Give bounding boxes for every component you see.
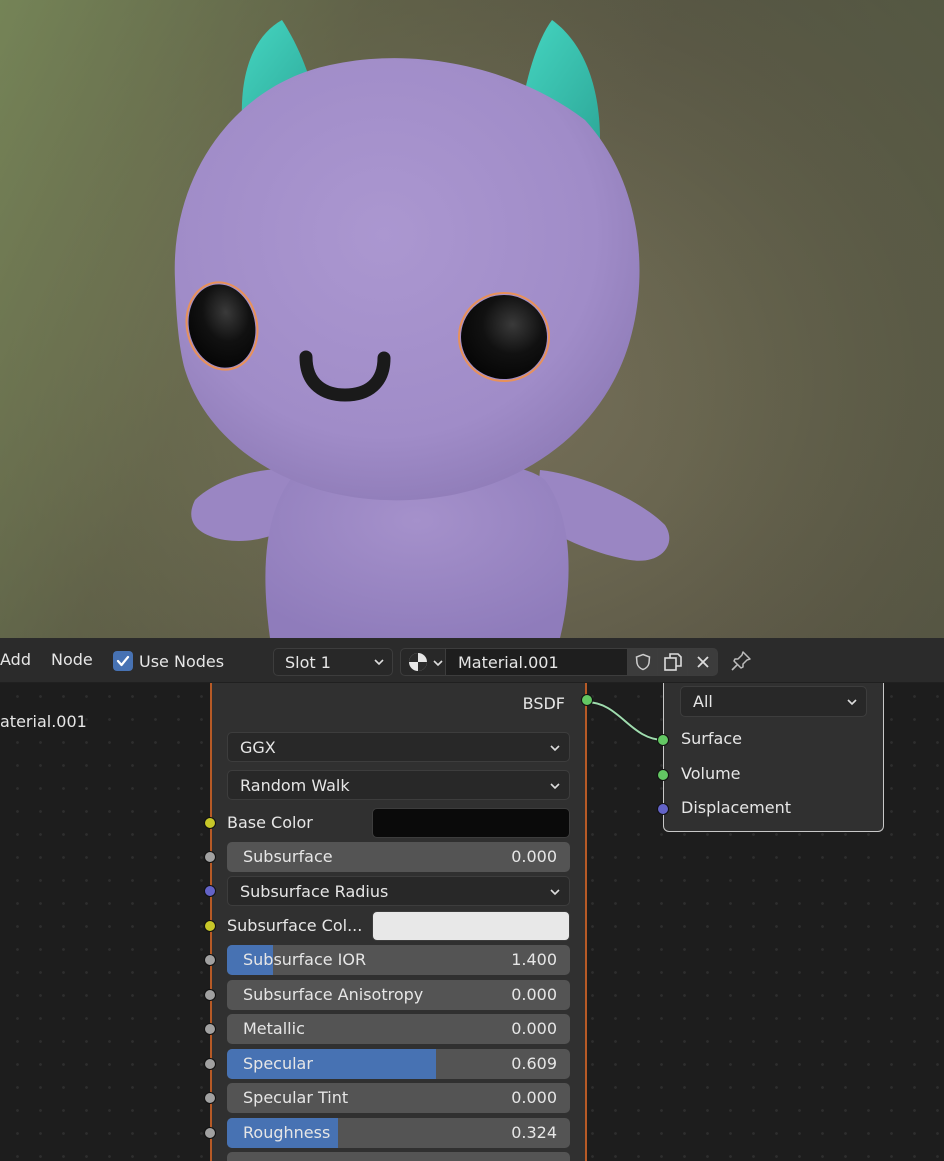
right-eye	[461, 295, 547, 379]
volume-socket[interactable]	[657, 769, 669, 781]
use-nodes-label: Use Nodes	[139, 651, 225, 671]
material-sphere-icon	[409, 653, 427, 671]
specular-slider[interactable]: Specular 0.609	[227, 1049, 570, 1079]
head	[174, 58, 640, 501]
chevron-down-icon	[550, 889, 560, 896]
specular-tint-socket[interactable]	[204, 1092, 216, 1104]
subsurface-anisotropy-slider[interactable]: Subsurface Anisotropy 0.000	[227, 980, 570, 1010]
duplicate-material-button[interactable]	[658, 648, 688, 676]
roughness-slider[interactable]: Roughness 0.324	[227, 1118, 570, 1148]
pin-icon	[731, 651, 751, 671]
subsurface-slider[interactable]: Subsurface 0.000	[227, 842, 570, 872]
subsurface-radius-socket[interactable]	[204, 885, 216, 897]
subsurface-color-label: Subsurface Col...	[227, 916, 363, 935]
chevron-down-icon	[374, 659, 384, 666]
subsurface-color-socket[interactable]	[204, 920, 216, 932]
specular-value: 0.609	[511, 1054, 557, 1073]
shield-icon	[635, 653, 650, 671]
subsurface-color-swatch[interactable]	[372, 911, 570, 941]
principled-bsdf-node[interactable]: BSDF GGX Random Walk Base Color Subsurfa…	[204, 683, 593, 1161]
slot-dropdown[interactable]: Slot 1	[273, 648, 393, 676]
subsurface-anisotropy-socket[interactable]	[204, 989, 216, 1001]
distribution-dropdown[interactable]: GGX	[227, 732, 570, 762]
specular-tint-value: 0.000	[511, 1088, 557, 1107]
subsurface-ior-value: 1.400	[511, 950, 557, 969]
subsurface-anisotropy-label: Subsurface Anisotropy	[243, 985, 424, 1004]
surface-socket[interactable]	[657, 734, 669, 746]
roughness-socket[interactable]	[204, 1127, 216, 1139]
specular-label: Specular	[243, 1054, 313, 1073]
subsurface-method-value: Random Walk	[240, 775, 350, 795]
subsurface-ior-label: Subsurface IOR	[243, 950, 367, 969]
output-target-dropdown[interactable]: All	[680, 686, 867, 717]
duplicate-icon	[663, 653, 682, 671]
subsurface-method-dropdown[interactable]: Random Walk	[227, 770, 570, 800]
specular-tint-label: Specular Tint	[243, 1088, 349, 1107]
fake-user-button[interactable]	[628, 648, 658, 676]
3d-viewport[interactable]	[0, 0, 944, 638]
displacement-label: Displacement	[681, 798, 791, 817]
bsdf-output-socket[interactable]	[581, 694, 593, 706]
close-icon	[696, 656, 709, 668]
subsurface-ior-slider[interactable]: Subsurface IOR 1.400	[227, 945, 570, 975]
subsurface-ior-socket[interactable]	[204, 954, 216, 966]
chevron-down-icon	[550, 745, 560, 752]
distribution-value: GGX	[240, 737, 276, 757]
roughness-label: Roughness	[243, 1123, 331, 1142]
menu-node[interactable]: Node	[51, 650, 93, 669]
subsurface-value: 0.000	[511, 847, 557, 866]
subsurface-anisotropy-value: 0.000	[511, 985, 557, 1004]
material-name-field[interactable]: Material.001	[446, 648, 628, 676]
material-browse-button[interactable]	[400, 648, 446, 676]
roughness-value: 0.324	[511, 1123, 557, 1142]
metallic-label: Metallic	[243, 1019, 305, 1038]
character-render	[174, 20, 670, 638]
base-color-label: Base Color	[227, 813, 313, 832]
output-target-value: All	[693, 692, 713, 711]
use-nodes-checkbox[interactable]	[113, 651, 133, 671]
chevron-down-icon	[847, 699, 857, 706]
subsurface-radius-dropdown[interactable]: Subsurface Radius	[227, 876, 570, 906]
menu-add[interactable]: Add	[0, 650, 31, 669]
chevron-down-icon	[433, 660, 443, 667]
metallic-socket[interactable]	[204, 1023, 216, 1035]
material-output-node[interactable]: All Surface Volume Displacement	[657, 683, 884, 832]
material-name: Material.001	[458, 652, 559, 672]
next-property-slider[interactable]	[227, 1152, 570, 1161]
unlink-material-button[interactable]	[688, 648, 718, 676]
base-color-swatch[interactable]	[372, 808, 570, 838]
specular-socket[interactable]	[204, 1058, 216, 1070]
use-nodes-toggle[interactable]: Use Nodes	[113, 650, 224, 672]
metallic-value: 0.000	[511, 1019, 557, 1038]
displacement-socket[interactable]	[657, 803, 669, 815]
chevron-down-icon	[550, 783, 560, 790]
base-color-row: Base Color	[227, 808, 570, 838]
material-selector: Material.001	[400, 648, 718, 676]
volume-label: Volume	[681, 764, 741, 783]
subsurface-socket[interactable]	[204, 851, 216, 863]
node-editor-canvas[interactable]: aterial.001 BSDF GGX Random Walk Base Co…	[0, 683, 944, 1161]
slot-value: Slot 1	[285, 652, 331, 672]
metallic-slider[interactable]: Metallic 0.000	[227, 1014, 570, 1044]
pin-button[interactable]	[728, 648, 754, 674]
check-icon	[116, 655, 130, 667]
surface-label: Surface	[681, 729, 742, 748]
specular-tint-slider[interactable]: Specular Tint 0.000	[227, 1083, 570, 1113]
subsurface-color-row: Subsurface Col...	[227, 911, 570, 941]
bsdf-output-label: BSDF	[522, 694, 565, 713]
base-color-socket[interactable]	[204, 817, 216, 829]
subsurface-label: Subsurface	[243, 847, 333, 866]
subsurface-radius-label: Subsurface Radius	[240, 881, 389, 901]
